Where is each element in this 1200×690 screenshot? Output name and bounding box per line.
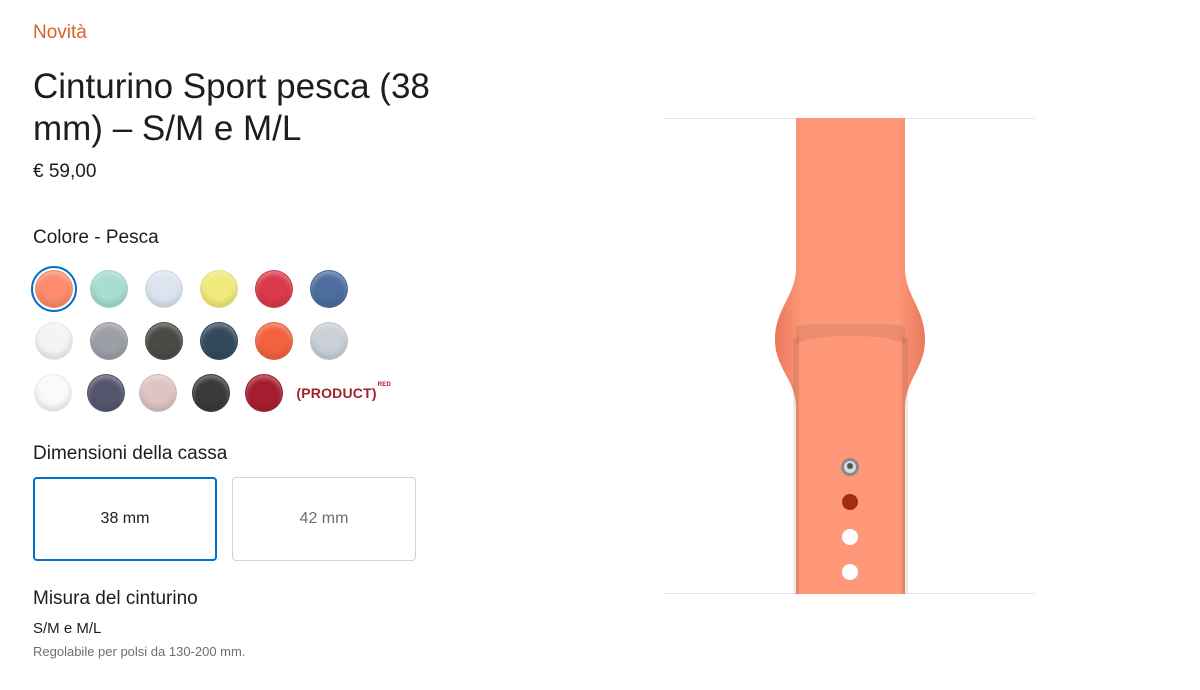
color-swatch-dot <box>191 374 230 412</box>
color-swatch-dot <box>145 270 183 308</box>
color-swatch-dot <box>255 270 293 308</box>
color-swatch[interactable] <box>242 370 286 416</box>
color-swatch-dot <box>35 270 73 308</box>
color-swatch[interactable] <box>196 266 242 312</box>
color-swatch-dot <box>90 270 128 308</box>
color-swatch-dot <box>310 322 348 360</box>
color-swatch[interactable] <box>141 318 187 364</box>
color-swatch[interactable] <box>136 370 180 416</box>
color-swatch[interactable] <box>141 266 187 312</box>
case-size-label: Dimensioni della cassa <box>33 443 228 464</box>
color-swatch[interactable] <box>31 266 77 312</box>
color-swatch-dot <box>310 270 348 308</box>
product-price: € 59,00 <box>33 161 97 182</box>
swatch-row <box>31 315 391 367</box>
color-swatch[interactable] <box>84 370 128 416</box>
swatch-row: (PRODUCT) RED <box>31 367 391 419</box>
color-swatch-dot <box>35 322 73 360</box>
color-swatches: (PRODUCT) RED <box>31 263 391 419</box>
color-swatch-dot <box>200 270 238 308</box>
swatch-row <box>31 263 391 315</box>
color-swatch-dot <box>90 322 128 360</box>
band-hole <box>842 529 858 545</box>
product-title: Cinturino Sport pesca (38 mm) – S/M e M/… <box>33 67 430 148</box>
case-size-42-button[interactable]: 42 mm <box>232 477 416 561</box>
band-size-label: Misura del cinturino <box>33 588 198 609</box>
color-swatch-dot <box>200 322 238 360</box>
case-size-38-button[interactable]: 38 mm <box>33 477 217 561</box>
sport-band-image <box>663 118 1035 594</box>
band-size-value: S/M e M/L <box>33 620 102 637</box>
color-swatch[interactable] <box>251 266 297 312</box>
color-swatch[interactable] <box>196 318 242 364</box>
color-swatch[interactable] <box>86 266 132 312</box>
color-swatch[interactable] <box>31 318 77 364</box>
band-hole <box>842 494 858 510</box>
color-swatch[interactable] <box>306 318 352 364</box>
color-label: Colore - Pesca <box>33 227 159 248</box>
color-swatch[interactable] <box>31 370 75 416</box>
color-swatch[interactable] <box>306 266 352 312</box>
color-swatch-dot <box>145 322 183 360</box>
product-red-label: (PRODUCT) <box>296 385 377 401</box>
product-red-swatch[interactable]: (PRODUCT) RED <box>296 382 391 401</box>
new-badge: Novità <box>33 22 87 43</box>
product-red-superscript: RED <box>377 382 391 388</box>
band-size-note: Regolabile per polsi da 130-200 mm. <box>33 644 246 659</box>
band-hole <box>842 564 858 580</box>
product-image <box>663 118 1035 594</box>
color-swatch[interactable] <box>251 318 297 364</box>
color-swatch[interactable] <box>189 370 233 416</box>
color-swatch[interactable] <box>86 318 132 364</box>
color-swatch-dot <box>255 322 293 360</box>
color-swatch-dot <box>139 374 178 412</box>
color-swatch-dot <box>33 374 72 412</box>
color-swatch-dot <box>244 374 283 412</box>
color-swatch-dot <box>86 374 125 412</box>
